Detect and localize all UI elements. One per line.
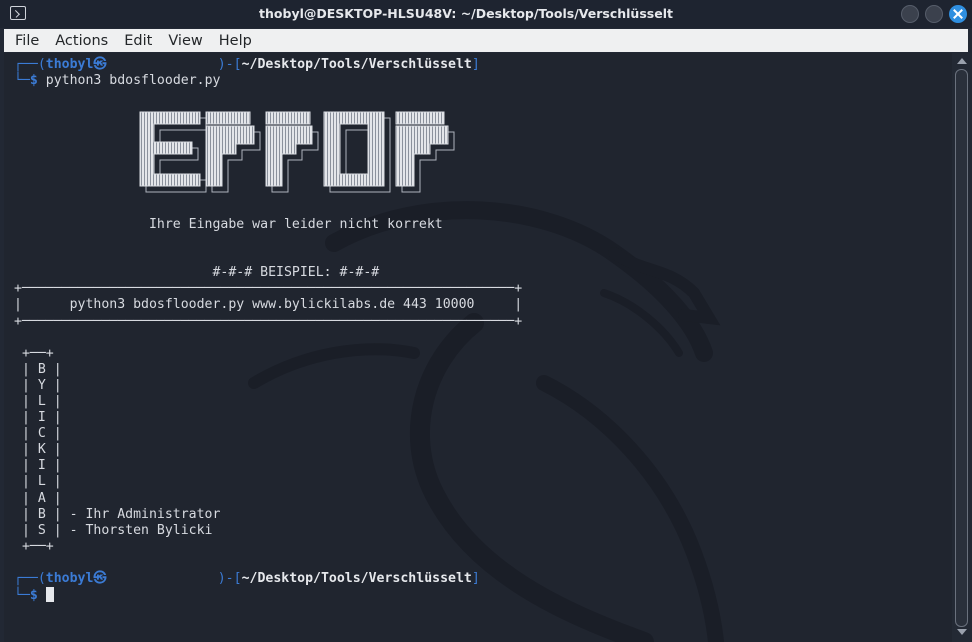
vertical-box-line: | K | (14, 442, 62, 458)
vertical-scrollbar[interactable] (952, 53, 972, 642)
minimize-button[interactable] (901, 5, 919, 23)
prompt-path: ~/Desktop/Tools/Verschlüsselt (241, 57, 472, 72)
error-message: Ihre Eingabe war leider nicht korrekt (14, 217, 443, 233)
vertical-box-line: | A | (14, 490, 62, 506)
command-line: └─$ python3 bdosflooder.py (14, 73, 221, 89)
window-title: thobyl@DESKTOP-HLSU48V: ~/Desktop/Tools/… (259, 6, 673, 21)
example-header: #-#-# BEISPIEL: #-#-# (14, 265, 380, 281)
vertical-box-line: +──+ (14, 538, 54, 554)
vertical-box-line: | I | (14, 410, 62, 426)
prompt-line-2: ┌──(thobyl㉿ )-[~/Desktop/Tools/Verschlüs… (14, 570, 480, 586)
menu-actions[interactable]: Actions (55, 33, 108, 49)
vertical-box-line: | B | (14, 361, 62, 377)
vertical-box-line: | Y | (14, 377, 62, 393)
menu-bar: File Actions Edit View Help (4, 29, 968, 52)
prompt-user: thobyl㉿ (45, 57, 107, 72)
command-text: python3 bdosflooder.py (37, 73, 221, 89)
terminal-window: thobyl@DESKTOP-HLSU48V: ~/Desktop/Tools/… (0, 0, 972, 642)
vertical-box-line: | S | - Thorsten Bylicki (14, 522, 213, 538)
vertical-box-line: | L | (14, 474, 62, 490)
prompt-line-1: ┌──(thobyl㉿ )-[~/Desktop/Tools/Verschlüs… (14, 57, 480, 72)
vertical-box-line: +──+ (14, 345, 54, 361)
maximize-button[interactable] (925, 5, 943, 23)
example-box-top: +───────────────────────────────────────… (14, 281, 523, 297)
vertical-box-line: | C | (14, 426, 62, 442)
vertical-box-line: | B | - Ihr Administrator (14, 506, 221, 522)
menu-file[interactable]: File (15, 33, 39, 49)
terminal-output: ┌──(thobyl㉿ )-[~/Desktop/Tools/Verschlüs… (14, 57, 522, 603)
close-button[interactable] (949, 5, 967, 23)
vertical-box-line: | L | (14, 393, 62, 409)
input-line[interactable]: └─$ (14, 586, 522, 603)
example-box-bottom: +───────────────────────────────────────… (14, 313, 523, 329)
menu-view[interactable]: View (168, 33, 202, 49)
menu-edit[interactable]: Edit (124, 33, 152, 49)
text-cursor (45, 586, 54, 602)
title-bar[interactable]: thobyl@DESKTOP-HLSU48V: ~/Desktop/Tools/… (0, 0, 972, 28)
scroll-thumb[interactable] (955, 69, 968, 627)
example-command: | python3 bdosflooder.py www.bylickilabs… (14, 297, 523, 313)
menu-help[interactable]: Help (219, 33, 252, 49)
scroll-down-arrow-icon[interactable] (957, 629, 967, 635)
scroll-up-arrow-icon[interactable] (957, 58, 967, 64)
terminal-area[interactable]: ┌──(thobyl㉿ )-[~/Desktop/Tools/Verschlüs… (4, 53, 952, 642)
vertical-box-line: | I | (14, 458, 62, 474)
